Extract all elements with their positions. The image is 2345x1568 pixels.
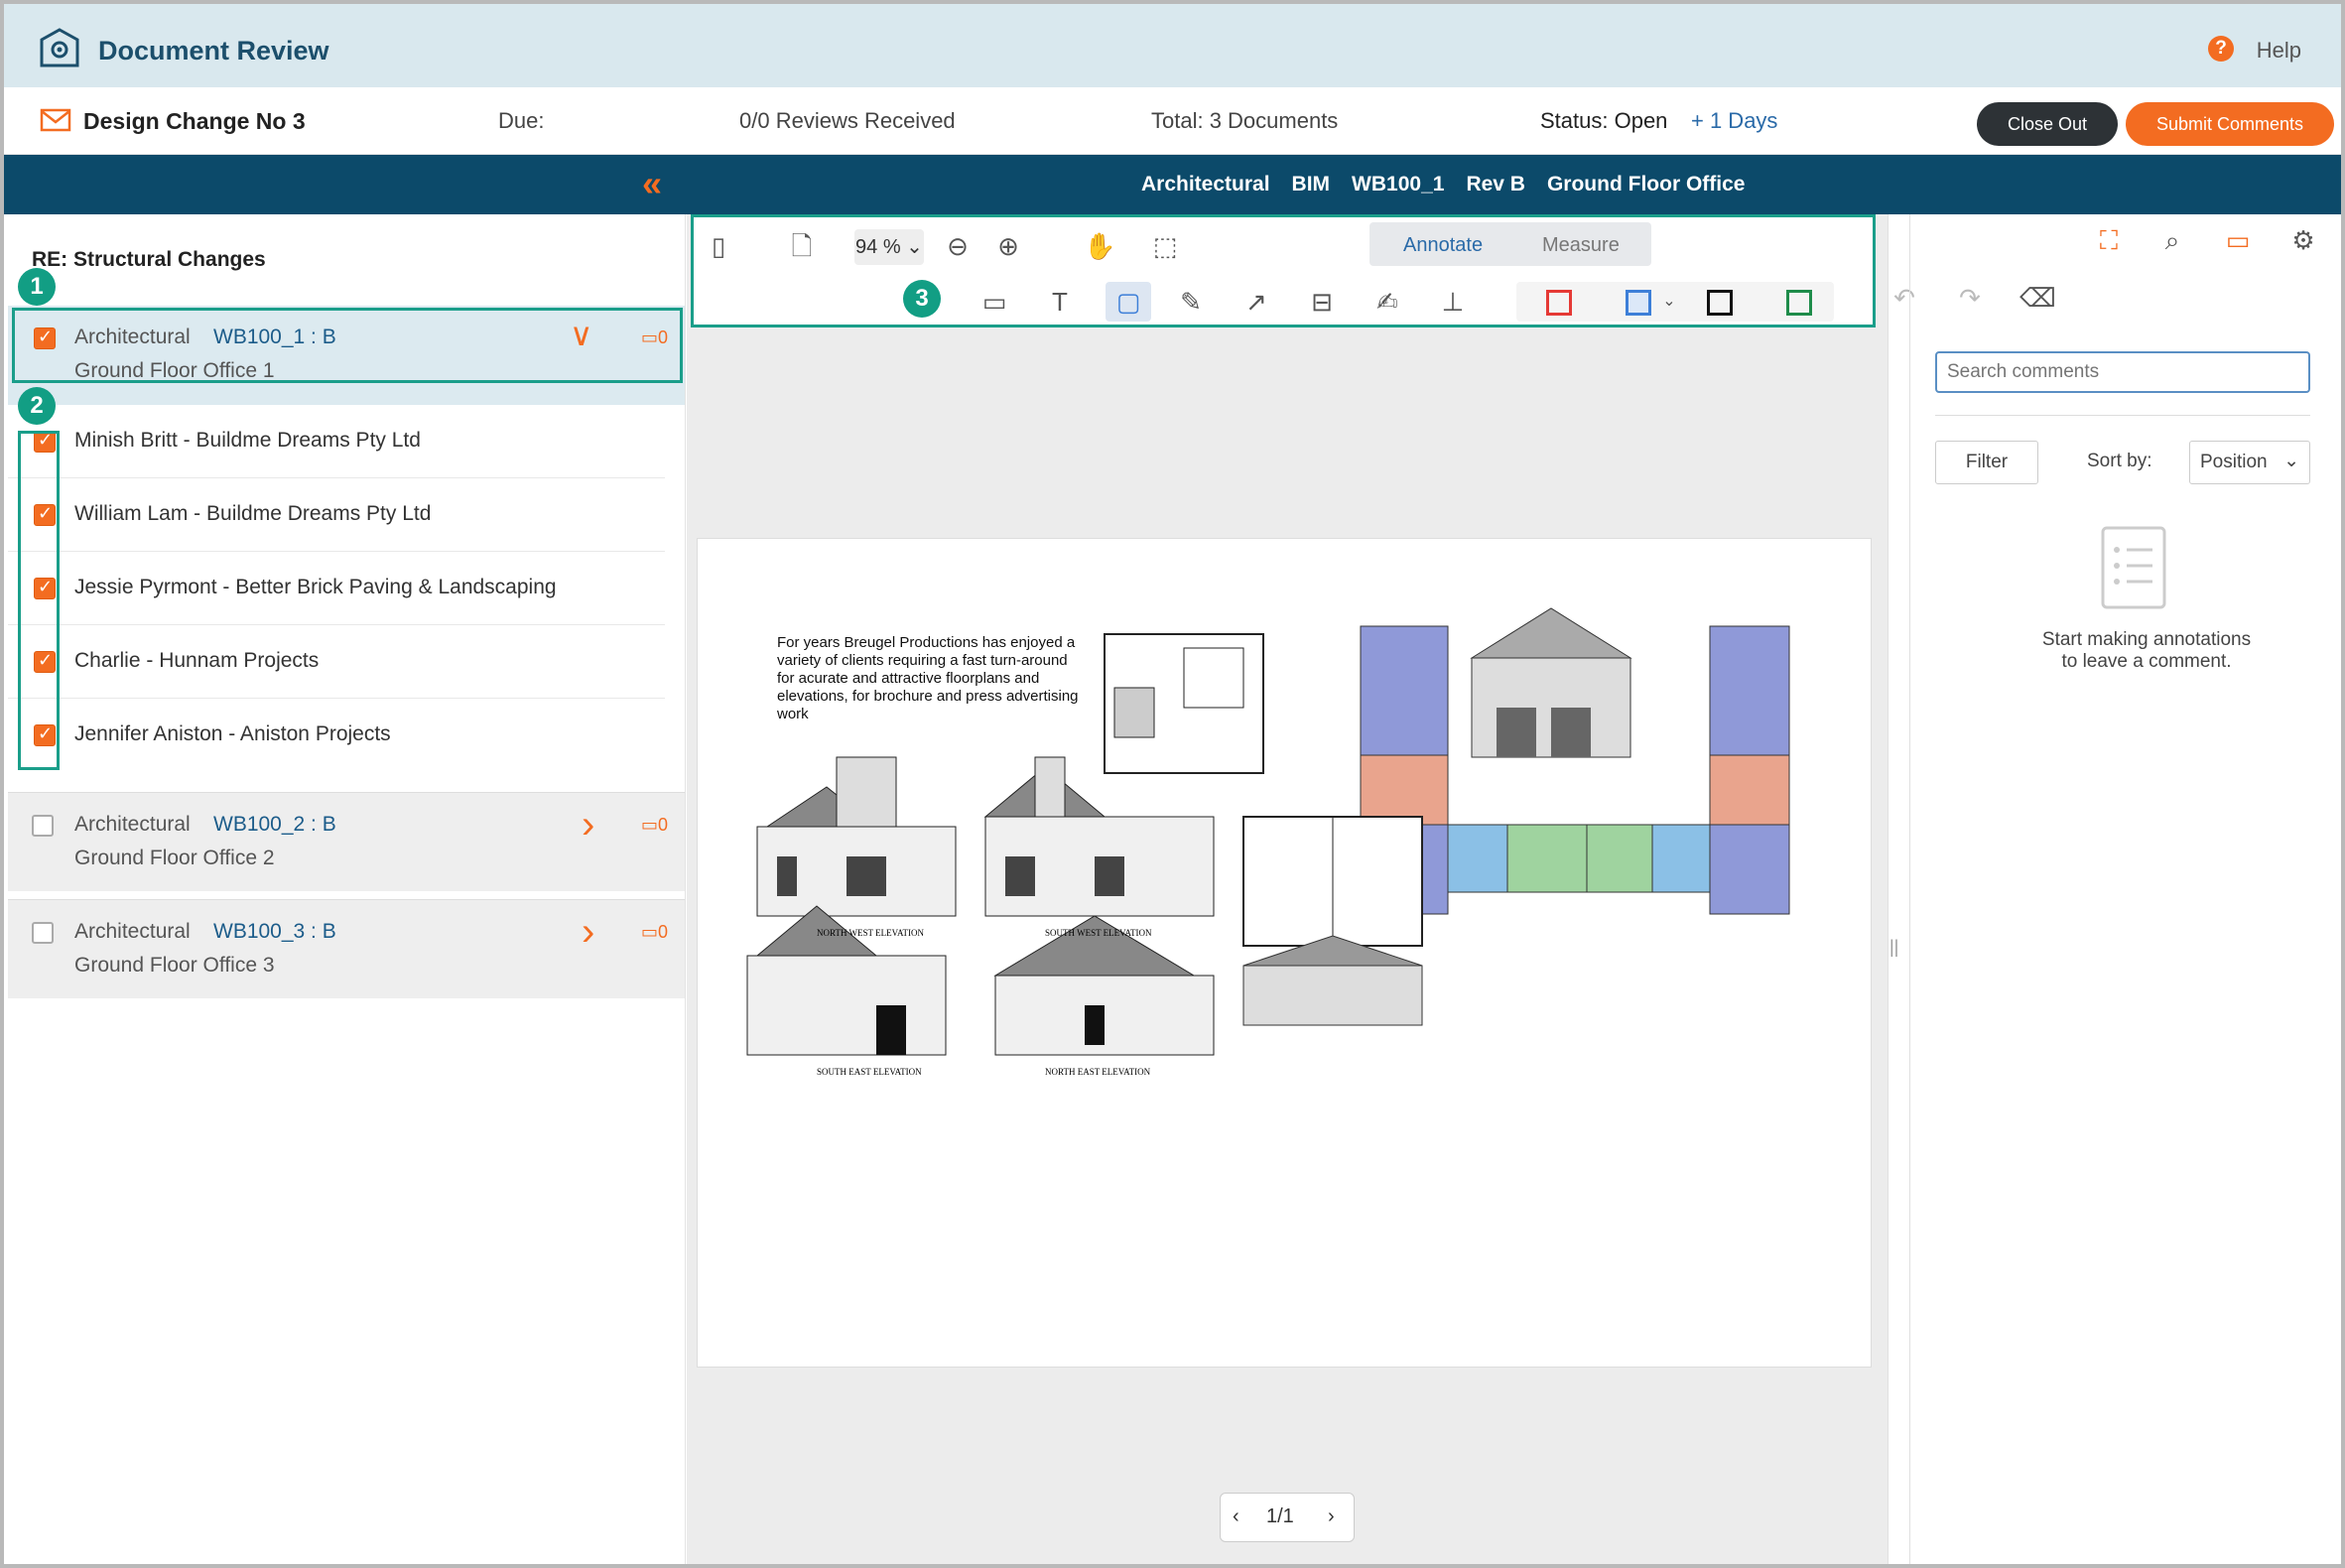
callout-box-3 bbox=[691, 214, 1876, 327]
envelope-icon bbox=[40, 108, 71, 132]
breadcrumb: Architectural BIM WB100_1 Rev B Ground F… bbox=[1141, 173, 1745, 196]
callout-box-2 bbox=[18, 431, 60, 770]
page-navigator: ‹ 1/1 › bbox=[1220, 1493, 1355, 1542]
divider bbox=[1935, 415, 2310, 416]
review-subject: RE: Structural Changes bbox=[32, 248, 266, 271]
resize-handle[interactable]: || bbox=[1889, 937, 1898, 958]
search-icon[interactable]: ⌕ bbox=[2156, 224, 2188, 256]
status-text: Status: Open bbox=[1540, 108, 1668, 133]
reviewer-name: Jennifer Aniston - Aniston Projects bbox=[74, 722, 391, 745]
chevron-right-icon[interactable]: › bbox=[582, 910, 594, 955]
comment-count: ▭0 bbox=[641, 922, 669, 942]
app-logo-icon bbox=[40, 28, 79, 67]
doc-category: Architectural bbox=[74, 813, 191, 836]
doc-code[interactable]: WB100_2 : B bbox=[213, 813, 336, 837]
app-title: Document Review bbox=[98, 36, 329, 65]
breadcrumb-type: BIM bbox=[1291, 173, 1331, 196]
doc-location: Ground Floor Office 3 bbox=[74, 954, 275, 977]
document-checkbox[interactable] bbox=[32, 815, 54, 837]
submit-comments-button[interactable]: Submit Comments bbox=[2126, 102, 2334, 146]
breadcrumb-bar: « Architectural BIM WB100_1 Rev B Ground… bbox=[4, 155, 2341, 214]
title-bar: Document Review ? Help bbox=[4, 4, 2341, 87]
doc-category: Architectural bbox=[74, 920, 191, 943]
empty-line-2: to leave a comment. bbox=[2061, 651, 2232, 672]
document-viewer: ▯ 🗋 94 % ⌄ ⊖ ⊕ ✋ ⬚ Annotate Measure 3 ▭ … bbox=[687, 214, 1888, 1564]
doc-location: Ground Floor Office 2 bbox=[74, 847, 275, 869]
architectural-drawings-image: NORTH WEST ELEVATION SOUTH WEST ELEVATIO… bbox=[746, 607, 1790, 1077]
reviewer-name: William Lam - Buildme Dreams Pty Ltd bbox=[74, 502, 432, 525]
reviewer-row[interactable]: Jennifer Aniston - Aniston Projects bbox=[8, 699, 665, 772]
eraser-icon[interactable]: ⌫ bbox=[2019, 282, 2056, 314]
document-list-panel: RE: Structural Changes Architectural WB1… bbox=[4, 214, 686, 1564]
reviewer-name: Jessie Pyrmont - Better Brick Paving & L… bbox=[74, 576, 557, 598]
help-icon[interactable]: ? bbox=[2208, 36, 2234, 62]
reviewer-row[interactable]: Charlie - Hunnam Projects bbox=[8, 625, 665, 699]
breadcrumb-document: WB100_1 bbox=[1352, 173, 1445, 196]
gear-icon[interactable]: ⚙ bbox=[2287, 224, 2319, 256]
document-page: For years Breugel Productions has enjoye… bbox=[697, 538, 1872, 1368]
prev-page-icon[interactable]: ‹ bbox=[1233, 1505, 1239, 1528]
due-label: Due: bbox=[498, 108, 545, 133]
fullscreen-icon[interactable]: ⛶ bbox=[2093, 224, 2125, 256]
viewer-toolbar: ▯ 🗋 94 % ⌄ ⊖ ⊕ ✋ ⬚ Annotate Measure 3 ▭ … bbox=[691, 214, 1876, 327]
elevation-label: SOUTH EAST ELEVATION bbox=[817, 1067, 922, 1077]
comments-panel: ⛶ ⌕ ▭ ⚙ ↶ ↷ ⌫ Filter Sort by: Position⌄ … bbox=[1888, 214, 2341, 1564]
elevation-label: NORTH EAST ELEVATION bbox=[1045, 1067, 1151, 1077]
next-page-icon[interactable]: › bbox=[1328, 1505, 1335, 1528]
panel-divider bbox=[1909, 214, 1910, 1564]
callout-number-1: 1 bbox=[18, 268, 56, 306]
reviews-count: 0/0 Reviews Received bbox=[739, 108, 956, 133]
chevron-right-icon[interactable]: › bbox=[582, 803, 594, 848]
reviewer-name: Charlie - Hunnam Projects bbox=[74, 649, 320, 672]
change-title: Design Change No 3 bbox=[83, 108, 306, 134]
elevation-label: NORTH WEST ELEVATION bbox=[817, 928, 924, 938]
document-row-2[interactable]: Architectural WB100_2 : B Ground Floor O… bbox=[8, 792, 685, 891]
empty-document-icon bbox=[2101, 526, 2166, 609]
comments-icon[interactable]: ▭ bbox=[2222, 224, 2254, 256]
redo-icon[interactable]: ↷ bbox=[1954, 282, 1986, 314]
sort-select[interactable]: Position ⌄ bbox=[2189, 441, 2310, 484]
document-row-3[interactable]: Architectural WB100_3 : B Ground Floor O… bbox=[8, 899, 685, 998]
breadcrumb-revision: Rev B bbox=[1466, 173, 1525, 196]
elevation-label: SOUTH WEST ELEVATION bbox=[1045, 928, 1152, 938]
search-comments-input[interactable] bbox=[1935, 351, 2310, 393]
total-documents: Total: 3 Documents bbox=[1151, 108, 1339, 133]
undo-icon[interactable]: ↶ bbox=[1889, 282, 1920, 314]
comment-count: ▭0 bbox=[641, 815, 669, 835]
help-link[interactable]: Help bbox=[2257, 38, 2301, 64]
doc-code[interactable]: WB100_3 : B bbox=[213, 920, 336, 944]
sort-label: Sort by: bbox=[2087, 451, 2152, 471]
reviewer-row[interactable]: Jessie Pyrmont - Better Brick Paving & L… bbox=[8, 552, 665, 625]
empty-state-message: Start making annotations to leave a comm… bbox=[1988, 629, 2305, 673]
empty-line-1: Start making annotations bbox=[2041, 629, 2252, 650]
page-indicator[interactable]: 1/1 bbox=[1266, 1505, 1294, 1528]
breadcrumb-location: Ground Floor Office bbox=[1546, 173, 1746, 196]
filter-button[interactable]: Filter bbox=[1935, 441, 2038, 484]
info-bar: Design Change No 3 Due: 0/0 Reviews Rece… bbox=[4, 87, 2341, 155]
reviewer-row[interactable]: William Lam - Buildme Dreams Pty Ltd bbox=[8, 478, 665, 552]
days-remaining: + 1 Days bbox=[1691, 108, 1778, 133]
document-checkbox[interactable] bbox=[32, 922, 54, 944]
close-out-button[interactable]: Close Out bbox=[1977, 102, 2118, 146]
collapse-panel-icon[interactable]: « bbox=[642, 166, 662, 201]
reviewer-name: Minish Britt - Buildme Dreams Pty Ltd bbox=[74, 429, 421, 452]
callout-box-1 bbox=[12, 308, 683, 383]
breadcrumb-discipline: Architectural bbox=[1141, 173, 1270, 196]
callout-number-2: 2 bbox=[18, 387, 56, 425]
reviewer-row[interactable]: Minish Britt - Buildme Dreams Pty Ltd bbox=[8, 405, 665, 478]
